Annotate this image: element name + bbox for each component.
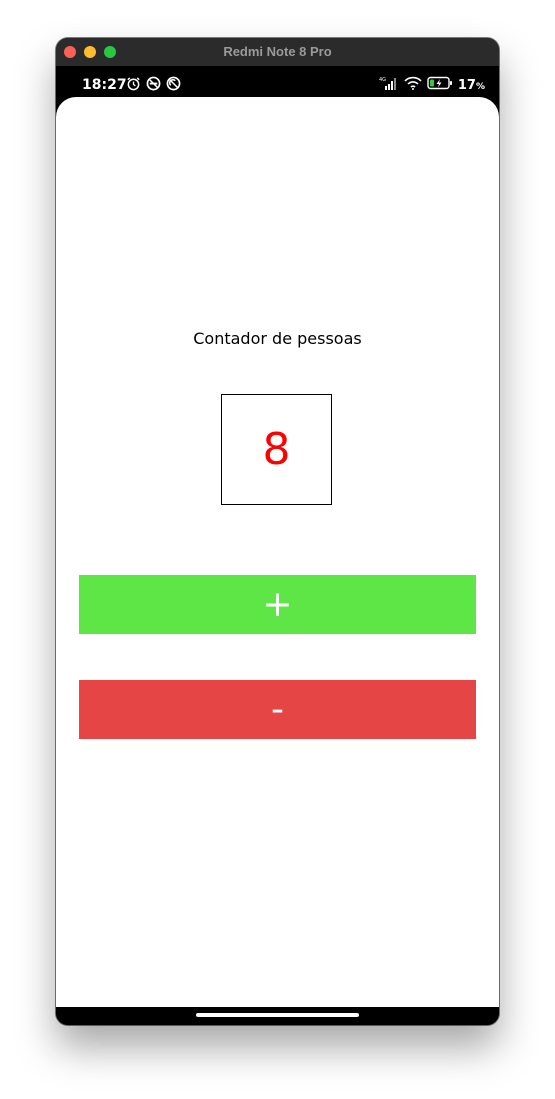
battery-percentage-value: 17 xyxy=(457,78,476,93)
decrement-button[interactable]: - xyxy=(79,680,476,739)
svg-text:4G: 4G xyxy=(379,77,386,83)
increment-button[interactable]: + xyxy=(79,575,476,634)
emulator-window: Redmi Note 8 Pro 18:27 4G 17% Contador d… xyxy=(56,38,499,1025)
navigation-bar xyxy=(56,1007,499,1025)
wifi-icon xyxy=(404,76,422,95)
window-titlebar: Redmi Note 8 Pro xyxy=(56,38,499,66)
sync-off-icon xyxy=(166,76,181,91)
do-not-disturb-icon xyxy=(146,76,161,91)
home-indicator[interactable] xyxy=(196,1013,359,1017)
battery-percentage-unit: % xyxy=(475,82,485,92)
window-title: Redmi Note 8 Pro xyxy=(223,44,332,59)
status-right-icons: 4G 17% xyxy=(379,76,485,95)
status-time: 18:27 xyxy=(82,77,127,93)
battery-charging-icon xyxy=(427,76,453,95)
counter-display: 8 xyxy=(221,394,332,505)
signal-4g-icon: 4G xyxy=(379,76,399,95)
alarm-icon xyxy=(126,76,141,91)
app-screen: Contador de pessoas 8 + - xyxy=(56,97,499,1007)
counter-value: 8 xyxy=(262,424,291,475)
battery-percentage: 17% xyxy=(458,78,485,93)
page-title: Contador de pessoas xyxy=(193,329,362,348)
status-left-icons xyxy=(126,76,181,91)
